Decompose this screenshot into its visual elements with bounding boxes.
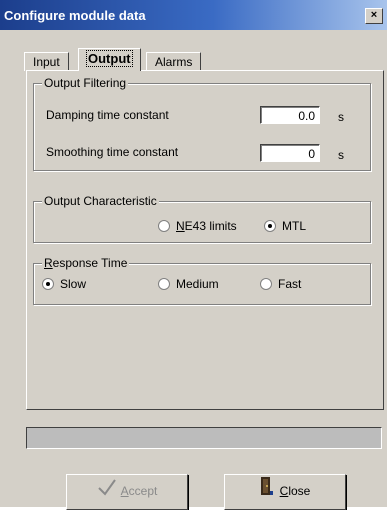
- checkmark-icon: [97, 476, 117, 508]
- output-tab-panel: Output Filtering Damping time constant 0…: [26, 70, 384, 410]
- damping-label: Damping time constant: [46, 108, 169, 122]
- output-filtering-title: Output Filtering: [42, 76, 129, 90]
- mtl-label: MTL: [282, 219, 306, 233]
- output-characteristic-title: Output Characteristic: [42, 194, 159, 208]
- window-title: Configure module data: [4, 8, 146, 23]
- output-characteristic-group: Output Characteristic NE43 limits MTL: [33, 194, 371, 243]
- accept-label-underlined: A: [120, 484, 129, 498]
- accept-label: ccept: [128, 484, 158, 498]
- fast-label: Fast: [278, 277, 302, 291]
- damping-input[interactable]: 0.0: [260, 106, 320, 124]
- mtl-radio[interactable]: MTL: [264, 218, 306, 234]
- fast-radio[interactable]: Fast: [260, 276, 301, 292]
- ne43-limits-radio[interactable]: NE43 limits: [158, 218, 237, 234]
- smoothing-input[interactable]: 0: [260, 144, 320, 162]
- close-window-button[interactable]: ×: [365, 8, 383, 24]
- response-time-title-underlined: R: [44, 256, 53, 270]
- close-label: lose: [288, 484, 311, 498]
- slow-radio[interactable]: Slow: [42, 276, 86, 292]
- title-bar[interactable]: Configure module data ×: [0, 0, 387, 30]
- tab-output-label: Output: [86, 50, 133, 67]
- medium-radio[interactable]: Medium: [158, 276, 219, 292]
- dialog-window: Configure module data × Input Output Ala…: [0, 0, 387, 510]
- close-button[interactable]: Close: [224, 474, 346, 510]
- slow-label: Slow: [60, 277, 87, 291]
- mtl-radio-dot: [264, 219, 276, 232]
- tab-alarms-label: Alarms: [155, 55, 193, 69]
- smoothing-label: Smoothing time constant: [46, 145, 179, 159]
- medium-label: Medium: [176, 277, 219, 291]
- tab-input[interactable]: Input: [24, 52, 69, 71]
- tab-input-label: Input: [33, 55, 60, 69]
- medium-radio-dot: [158, 277, 170, 290]
- accept-button[interactable]: Accept: [66, 474, 188, 510]
- damping-unit: s: [338, 110, 344, 124]
- response-time-group: Response Time Slow Medium Fast: [33, 256, 371, 305]
- progress-bar: [26, 427, 382, 449]
- smoothing-unit: s: [338, 148, 344, 162]
- response-time-title-rest: esponse Time: [52, 256, 128, 270]
- door-exit-icon: [260, 476, 274, 508]
- ne43-label: E43 limits: [184, 219, 237, 233]
- ne43-radio-dot: [158, 219, 170, 232]
- output-filtering-group: Output Filtering Damping time constant 0…: [33, 76, 371, 171]
- fast-radio-dot: [260, 277, 272, 290]
- ne43-label-underlined: N: [176, 219, 185, 233]
- tab-alarms[interactable]: Alarms: [146, 52, 202, 71]
- slow-radio-dot: [42, 277, 54, 290]
- response-time-title: Response Time: [42, 256, 130, 270]
- tab-output[interactable]: Output: [78, 48, 141, 71]
